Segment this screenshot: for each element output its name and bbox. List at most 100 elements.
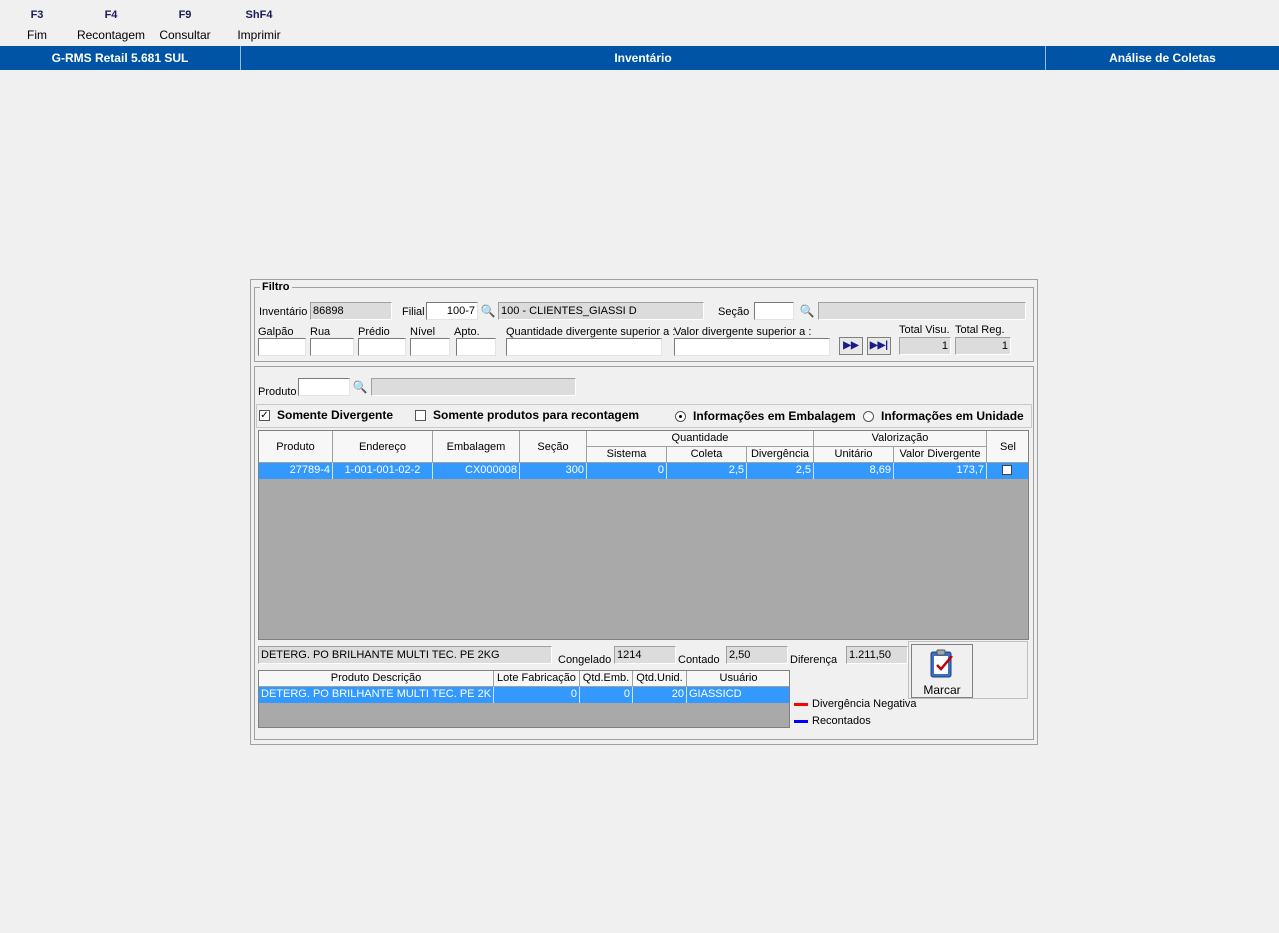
col-embalagem-header[interactable]: Embalagem bbox=[433, 431, 520, 463]
cell-secao[interactable]: 300 bbox=[520, 463, 587, 479]
col-endereco-header[interactable]: Endereço bbox=[333, 431, 433, 463]
produto-label: Produto bbox=[258, 386, 297, 398]
secao-label: Seção bbox=[718, 306, 750, 318]
marcar-button[interactable]: Marcar bbox=[911, 644, 973, 698]
coletas-grid[interactable]: Produto Endereço Embalagem Seção Quantid… bbox=[258, 430, 1029, 640]
filial-label: Filial bbox=[402, 306, 425, 318]
valorizacao-group-header: Valorização bbox=[814, 431, 987, 447]
nivel-input[interactable] bbox=[410, 338, 450, 356]
sel-checkbox[interactable] bbox=[1002, 465, 1012, 475]
rua-input[interactable] bbox=[310, 338, 354, 356]
total-reg-field: 1 bbox=[955, 337, 1011, 355]
fim-button[interactable]: F3 Fim bbox=[20, 8, 54, 43]
recontagem-button[interactable]: F4 Recontagem bbox=[74, 8, 148, 43]
cell-qtd-unid[interactable]: 20 bbox=[633, 687, 687, 703]
somente-recontagem-checkbox[interactable] bbox=[415, 410, 426, 421]
cell-endereco[interactable]: 1-001-001-02-2 bbox=[333, 463, 433, 479]
recontagem-label: Recontagem bbox=[76, 28, 146, 42]
qtd-divergente-input[interactable] bbox=[506, 338, 662, 356]
secao-search-icon[interactable]: 🔍 bbox=[797, 302, 817, 320]
filtro-title: Filtro bbox=[260, 281, 292, 293]
fim-label: Fim bbox=[27, 28, 47, 42]
cell-coleta[interactable]: 2,5 bbox=[667, 463, 747, 479]
total-visu-field: 1 bbox=[899, 337, 951, 355]
col-qtd-unid-header[interactable]: Qtd.Unid. bbox=[633, 671, 687, 687]
recontagem-key: F4 bbox=[104, 9, 118, 21]
quantidade-group-header: Quantidade bbox=[587, 431, 814, 447]
imprimir-button[interactable]: ShF4 Imprimir bbox=[230, 8, 288, 43]
cell-qtd-emb[interactable]: 0 bbox=[580, 687, 633, 703]
diferenca-label: Diferença bbox=[790, 654, 838, 666]
clipboard-check-icon bbox=[930, 649, 953, 678]
col-coleta-header[interactable]: Coleta bbox=[667, 447, 747, 463]
col-sel-header[interactable]: Sel bbox=[987, 431, 1028, 463]
produto-description bbox=[371, 378, 576, 396]
filial-input[interactable]: 100-7 bbox=[426, 302, 478, 320]
total-reg-label: Total Reg. bbox=[955, 324, 1005, 336]
col-lote-header[interactable]: Lote Fabricação bbox=[494, 671, 580, 687]
coletas-detalhe-grid[interactable]: Produto Descrição Lote Fabricação Qtd.Em… bbox=[258, 670, 790, 728]
cell-valor-divergente[interactable]: 173,7 bbox=[894, 463, 987, 479]
title-bar: G-RMS Retail 5.681 SUL Inventário Anális… bbox=[0, 46, 1279, 70]
app-title: G-RMS Retail 5.681 SUL bbox=[51, 51, 189, 65]
cell-divergencia[interactable]: 2,5 bbox=[747, 463, 814, 479]
fim-key: F3 bbox=[30, 9, 44, 21]
col-descricao-header[interactable]: Produto Descrição bbox=[259, 671, 494, 687]
predio-input[interactable] bbox=[358, 338, 406, 356]
secao-description bbox=[818, 302, 1026, 320]
consultar-button[interactable]: F9 Consultar bbox=[156, 8, 214, 43]
cell-unitario[interactable]: 8,69 bbox=[814, 463, 894, 479]
filial-description: 100 - CLIENTES_GIASSI D bbox=[498, 302, 704, 320]
produto-descricao-field: DETERG. PO BRILHANTE MULTI TEC. PE 2KG bbox=[258, 646, 552, 664]
rua-label: Rua bbox=[310, 326, 331, 338]
predio-label: Prédio bbox=[358, 326, 390, 338]
apto-input[interactable] bbox=[456, 338, 496, 356]
info-embalagem-radio[interactable] bbox=[675, 411, 686, 422]
col-qtd-emb-header[interactable]: Qtd.Emb. bbox=[580, 671, 633, 687]
inventario-label: Inventário bbox=[259, 306, 308, 318]
col-sistema-header[interactable]: Sistema bbox=[587, 447, 667, 463]
valor-divergente-input[interactable] bbox=[674, 338, 830, 356]
cell-sistema[interactable]: 0 bbox=[587, 463, 667, 479]
col-produto-header[interactable]: Produto bbox=[259, 431, 333, 463]
screen-title: Análise de Coletas bbox=[1109, 51, 1216, 65]
consultar-label: Consultar bbox=[159, 28, 211, 42]
inventario-field: 86898 bbox=[310, 302, 392, 320]
congelado-label: Congelado bbox=[558, 654, 612, 666]
consultar-key: F9 bbox=[178, 9, 192, 21]
cell-sel[interactable] bbox=[987, 463, 1028, 479]
produto-search-icon[interactable]: 🔍 bbox=[350, 378, 370, 396]
marcar-label: Marcar bbox=[923, 683, 961, 697]
legend-negativa-swatch bbox=[794, 703, 808, 706]
somente-divergente-label: Somente Divergente bbox=[277, 408, 394, 422]
somente-divergente-checkbox[interactable]: ✓ bbox=[259, 410, 270, 421]
cell-descricao[interactable]: DETERG. PO BRILHANTE MULTI TEC. PE 2K bbox=[259, 687, 494, 703]
last-button[interactable]: ▶▶| bbox=[867, 337, 891, 355]
cell-usuario[interactable]: GIASSICD bbox=[687, 687, 789, 703]
congelado-field: 1214 bbox=[614, 646, 676, 664]
imprimir-label: Imprimir bbox=[237, 28, 281, 42]
next-button[interactable]: ▶▶ bbox=[839, 337, 863, 355]
qtd-divergente-label: Quantidade divergente superior a : bbox=[506, 326, 676, 338]
produto-input[interactable] bbox=[298, 378, 350, 396]
contado-field: 2,50 bbox=[726, 646, 788, 664]
diferenca-field: 1.211,50 bbox=[846, 646, 908, 664]
cell-embalagem[interactable]: CX000008 bbox=[433, 463, 520, 479]
col-valor-divergente-header[interactable]: Valor Divergente bbox=[894, 447, 987, 463]
col-usuario-header[interactable]: Usuário bbox=[687, 671, 789, 687]
secao-input[interactable] bbox=[754, 302, 794, 320]
galpao-input[interactable] bbox=[258, 338, 306, 356]
cell-lote[interactable]: 0 bbox=[494, 687, 580, 703]
filial-search-icon[interactable]: 🔍 bbox=[478, 302, 498, 320]
legend-recontados-label: Recontados bbox=[812, 715, 871, 727]
col-secao-header[interactable]: Seção bbox=[520, 431, 587, 463]
cell-produto[interactable]: 27789-4 bbox=[259, 463, 333, 479]
col-divergencia-header[interactable]: Divergência bbox=[747, 447, 814, 463]
galpao-label: Galpão bbox=[258, 326, 294, 338]
info-unidade-radio[interactable] bbox=[863, 411, 874, 422]
legend-recontados-swatch bbox=[794, 720, 808, 723]
apto-label: Apto. bbox=[454, 326, 480, 338]
total-visu-label: Total Visu. bbox=[899, 324, 950, 336]
valor-divergente-label: Valor divergente superior a : bbox=[674, 326, 812, 338]
col-unitario-header[interactable]: Unitário bbox=[814, 447, 894, 463]
